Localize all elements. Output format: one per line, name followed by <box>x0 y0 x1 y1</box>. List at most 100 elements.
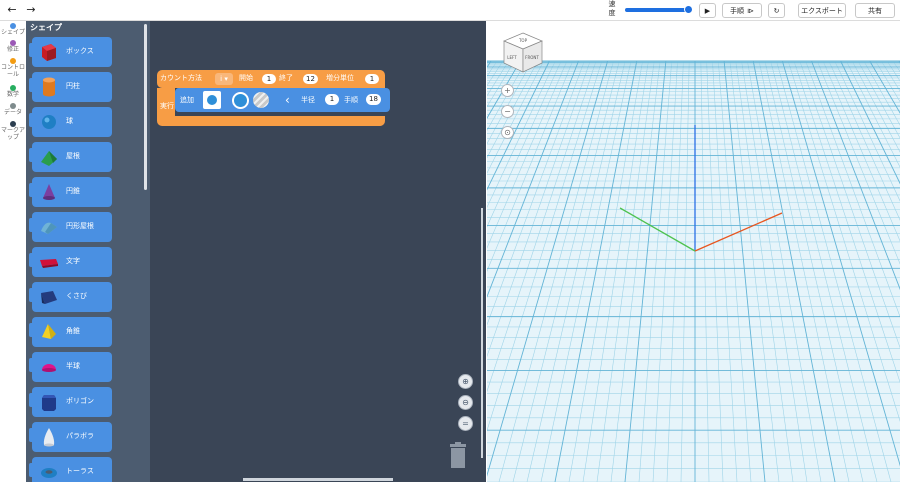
viewport-zoom-in-button[interactable]: + <box>501 84 514 97</box>
speed-label: 速 度 <box>608 0 616 17</box>
rail-item-data[interactable]: データ <box>0 103 26 116</box>
shape-selector[interactable] <box>203 91 221 109</box>
material-picker[interactable] <box>253 92 269 108</box>
palette-block-round-roof[interactable]: 円形屋根 <box>29 212 112 242</box>
radius-input[interactable]: 1 <box>325 94 339 105</box>
palette-label: 円錐 <box>66 187 80 195</box>
rail-label: マークアップ <box>0 127 25 141</box>
flyout-scrollbar[interactable] <box>144 24 147 190</box>
end-label: 終了 <box>279 74 293 82</box>
step-input[interactable]: 1 <box>365 74 379 84</box>
speed-slider[interactable] <box>625 8 689 12</box>
paraboloid-icon <box>43 428 55 447</box>
start-input[interactable]: 1 <box>262 74 276 84</box>
rail-item-modify[interactable]: 修正 <box>0 40 26 53</box>
home-icon: ⊙ <box>504 128 511 137</box>
pyramid-icon <box>42 324 56 339</box>
zoom-in-icon: ⊕ <box>462 377 469 386</box>
sphere-icon <box>42 115 56 129</box>
shapes-flyout: シェイプ ボックス 円柱 球 屋根 円錐 円形屋根 文字 くさび 角錐 半球 ポ… <box>26 21 150 482</box>
x-axis <box>694 212 783 252</box>
workspace-scrollbar-horizontal[interactable] <box>243 478 393 481</box>
palette-label: 円柱 <box>66 82 80 90</box>
rail-item-shapes[interactable]: シェイプ <box>0 23 26 36</box>
palette-block-hemisphere[interactable]: 半球 <box>29 352 112 382</box>
reset-icon: ↻ <box>773 6 780 15</box>
top-toolbar: ← → 速 度 ▶ 手順 ⧐ ↻ エクスポート 共有 <box>0 0 900 21</box>
export-button[interactable]: エクスポート <box>798 3 846 18</box>
palette-label: 円形屋根 <box>66 222 94 230</box>
step-icon: ⧐ <box>747 6 754 15</box>
start-label: 開始 <box>239 74 253 82</box>
zoom-out-icon: ⊖ <box>462 398 469 407</box>
workspace-zoom-out-button[interactable]: ⊖ <box>458 395 473 410</box>
palette-label: 球 <box>66 117 73 125</box>
rail-item-markup[interactable]: マークアップ <box>0 121 26 141</box>
minus-icon: − <box>504 107 511 116</box>
zoom-reset-icon: = <box>462 419 469 428</box>
workspace-scrollbar-vertical[interactable] <box>481 208 483 458</box>
rail-item-math[interactable]: 数学 <box>0 85 26 98</box>
workspace-zoom-reset-button[interactable]: = <box>458 416 473 431</box>
rail-label: コントロール <box>0 64 25 78</box>
color-picker[interactable] <box>232 92 249 109</box>
y-axis <box>619 207 696 252</box>
loop-variable-dropdown[interactable]: i ▾ <box>215 73 233 85</box>
cube-top-label: TOP <box>518 38 528 43</box>
cube-front-label: FRONT <box>525 55 539 60</box>
cube-left-label: LEFT <box>507 55 517 60</box>
palette-block-torus[interactable]: トーラス <box>29 457 112 482</box>
palette-block-wedge[interactable]: くさび <box>29 282 112 312</box>
exec-label: 実行 <box>160 102 174 110</box>
share-button[interactable]: 共有 <box>855 3 895 18</box>
trash-icon[interactable] <box>448 442 468 468</box>
palette-label: 角錐 <box>66 327 80 335</box>
radius-label: 半径 <box>301 96 315 104</box>
flyout-title: シェイプ <box>30 23 62 32</box>
nav-cube[interactable]: TOP LEFT FRONT <box>501 31 545 75</box>
rail-item-control[interactable]: コントロール <box>0 58 26 78</box>
hemisphere-icon <box>42 364 56 372</box>
palette-block-box[interactable]: ボックス <box>29 37 112 67</box>
viewport-home-button[interactable]: ⊙ <box>501 126 514 139</box>
palette-label: 屋根 <box>66 152 80 160</box>
detail-input[interactable]: 18 <box>366 94 381 105</box>
play-icon: ▶ <box>704 6 711 15</box>
reset-button[interactable]: ↻ <box>768 3 785 18</box>
box-icon <box>42 44 56 61</box>
viewport-zoom-out-button[interactable]: − <box>501 105 514 118</box>
rail-label: 数学 <box>6 91 19 98</box>
palette-block-text[interactable]: 文字 <box>29 247 112 277</box>
sphere-icon <box>207 95 217 105</box>
polygon-icon <box>42 395 56 411</box>
palette-block-roof[interactable]: 屋根 <box>29 142 112 172</box>
palette-label: くさび <box>66 292 87 300</box>
play-button[interactable]: ▶ <box>699 3 716 18</box>
loop-footer <box>157 116 385 126</box>
palette-block-cone[interactable]: 円錐 <box>29 177 112 207</box>
step-label: 増分単位 <box>326 74 354 82</box>
add-label: 追加 <box>180 96 194 104</box>
undo-icon[interactable]: ← <box>5 3 19 17</box>
step-label: 手順 <box>730 6 744 15</box>
palette-label: 文字 <box>66 257 80 265</box>
text-icon <box>40 259 58 268</box>
palette-block-pyramid[interactable]: 角錐 <box>29 317 112 347</box>
speed-slider-handle[interactable] <box>684 5 693 14</box>
palette-label: ポリゴン <box>66 397 94 405</box>
step-button[interactable]: 手順 ⧐ <box>722 3 762 18</box>
chevron-left-icon[interactable]: ‹ <box>285 91 290 109</box>
end-input[interactable]: 12 <box>303 74 318 84</box>
plus-icon: + <box>504 86 511 95</box>
cylinder-icon <box>43 77 55 97</box>
palette-block-polygon[interactable]: ポリゴン <box>29 387 112 417</box>
palette-block-cylinder[interactable]: 円柱 <box>29 72 112 102</box>
roof-icon <box>41 151 57 166</box>
workspace-zoom-in-button[interactable]: ⊕ <box>458 374 473 389</box>
3d-viewport[interactable]: TOP LEFT FRONT <box>487 21 900 482</box>
palette-block-paraboloid[interactable]: パラボラ <box>29 422 112 452</box>
palette-block-sphere[interactable]: 球 <box>29 107 112 137</box>
palette-label: トーラス <box>66 467 94 475</box>
redo-icon[interactable]: → <box>24 3 38 17</box>
add-shape-block[interactable]: 追加 ‹ 半径 1 手順 18 <box>175 88 390 112</box>
